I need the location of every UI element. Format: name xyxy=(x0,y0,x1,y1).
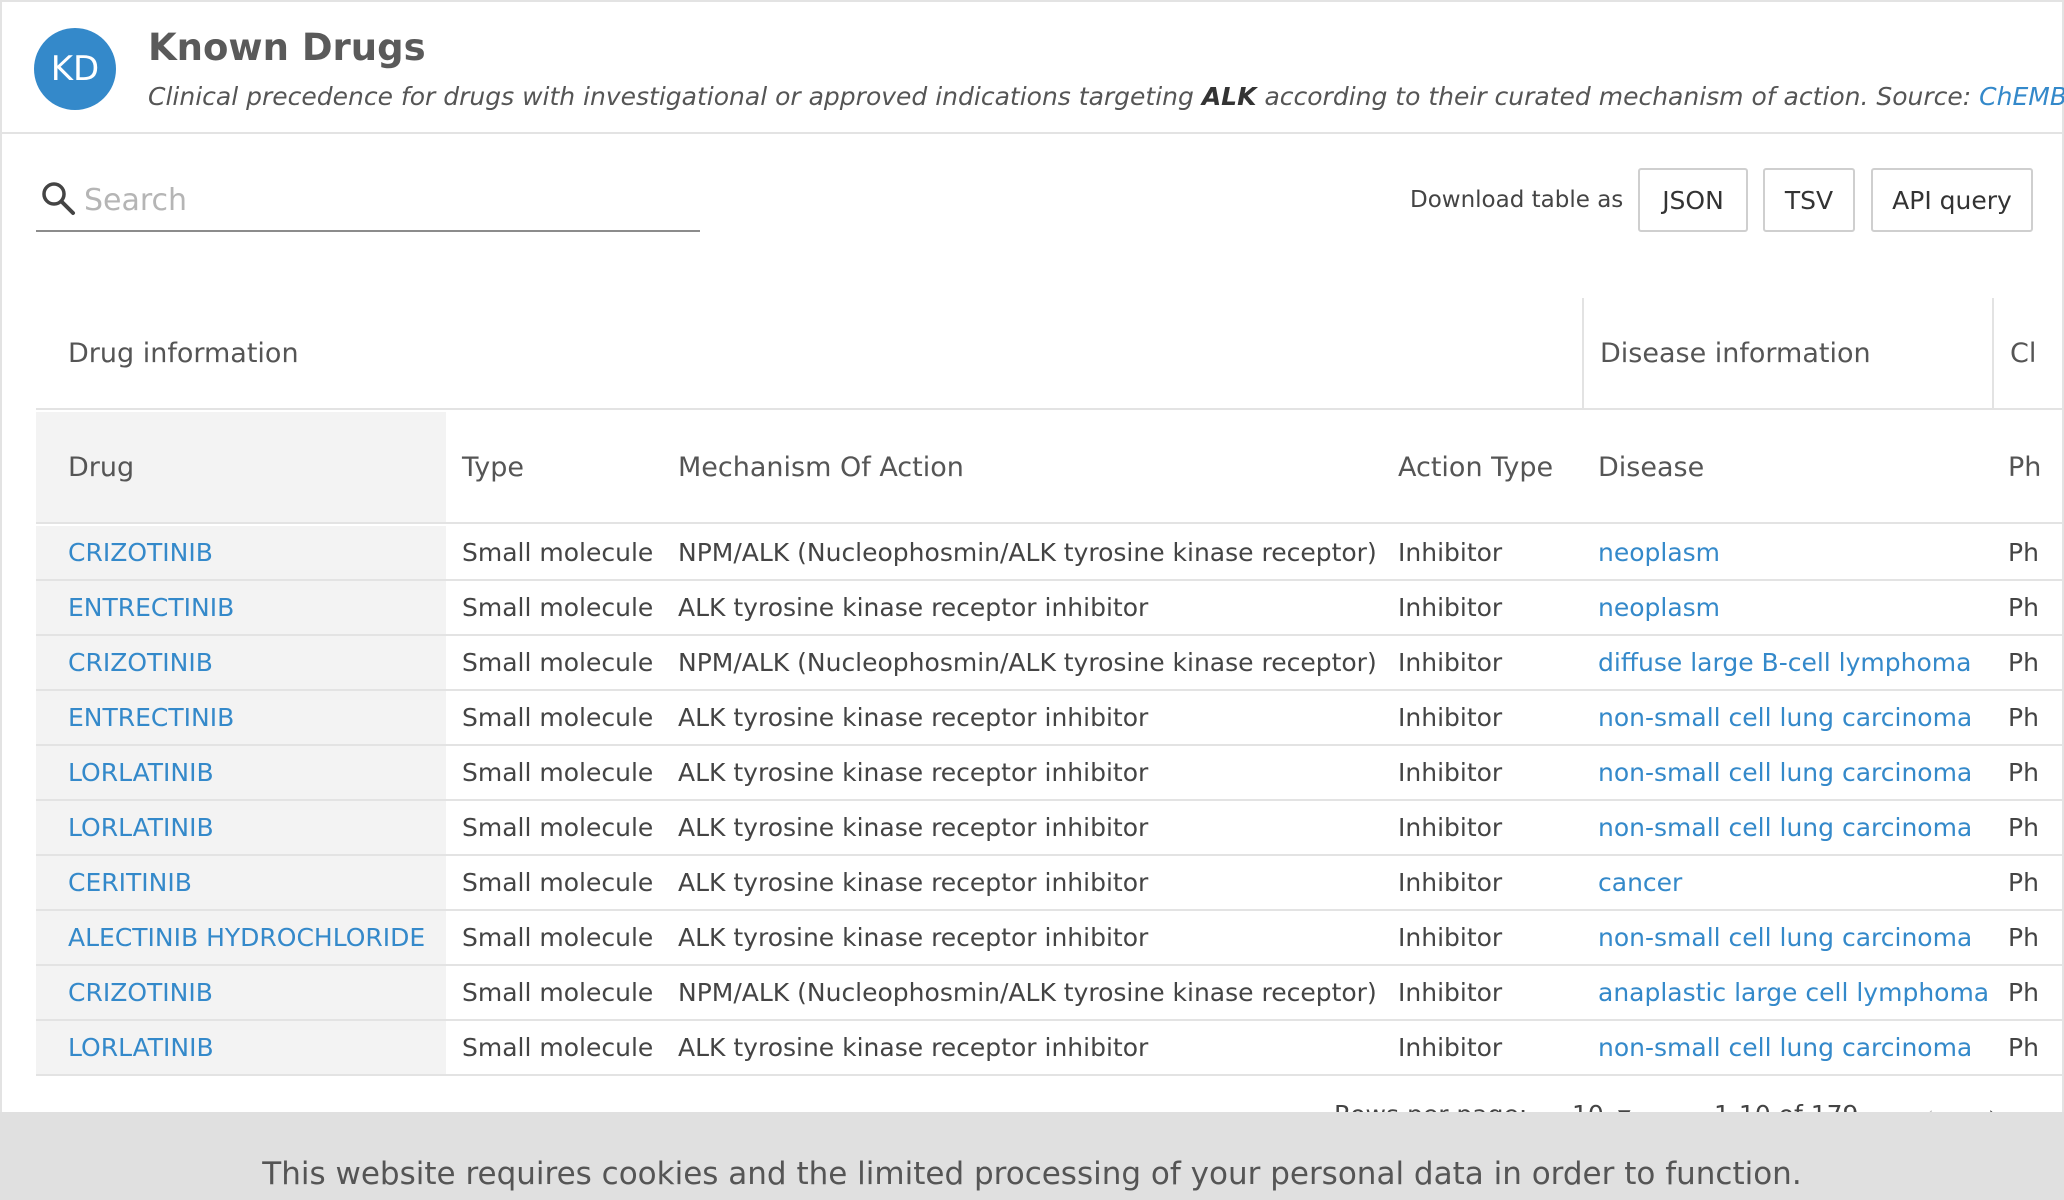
table-row: CERITINIB Small molecule ALK tyrosine kina… xyxy=(36,856,2062,911)
table-row: CRIZOTINIB Small molecule NPM/ALK (Nucleop… xyxy=(36,526,2062,581)
widget-avatar: KD xyxy=(34,28,116,110)
mechanism-of-action-cell: NPM/ALK (Nucleophosmin/ALK tyrosine kina… xyxy=(678,538,1377,567)
column-header-disease[interactable]: Disease xyxy=(1592,412,2012,524)
widget-header: KD Known Drugs Clinical precedence for d… xyxy=(2,2,2064,134)
action-type-cell: Inhibitor xyxy=(1398,868,1503,897)
mechanism-of-action-cell: ALK tyrosine kinase receptor inhibitor xyxy=(678,593,1149,622)
disease-cell[interactable]: diffuse large B-cell lymphoma xyxy=(1592,636,2012,689)
action-type-cell: Inhibitor xyxy=(1398,648,1503,677)
action-type-cell: Inhibitor xyxy=(1398,813,1503,842)
phase-cell: Ph xyxy=(2008,593,2039,622)
action-type-cell: Inhibitor xyxy=(1398,923,1503,952)
action-type-cell: Inhibitor xyxy=(1398,593,1503,622)
table-row: CRIZOTINIB Small molecule NPM/ALK (Nucleop… xyxy=(36,966,2062,1021)
phase-cell: Ph xyxy=(2008,978,2039,1007)
action-type-cell: Inhibitor xyxy=(1398,758,1503,787)
disease-cell[interactable]: cancer xyxy=(1592,856,2012,909)
type-cell: Small molecule xyxy=(462,923,654,952)
table-row: ENTRECTINIB Small molecule ALK tyrosine ki… xyxy=(36,581,2062,636)
group-header-disease-information: Disease information xyxy=(1582,298,1992,410)
mechanism-of-action-cell: ALK tyrosine kinase receptor inhibitor xyxy=(678,923,1149,952)
disease-cell[interactable]: non-small cell lung carcinoma xyxy=(1592,1021,2012,1074)
table-row: LORLATINIB Small molecule ALK tyrosine kin… xyxy=(36,746,2062,801)
group-header-clinical: Cl xyxy=(1992,298,2062,410)
phase-cell: Ph xyxy=(2008,868,2039,897)
table-row: LORLATINIB Small molecule ALK tyrosine kin… xyxy=(36,1021,2062,1076)
phase-cell: Ph xyxy=(2008,703,2039,732)
action-type-cell: Inhibitor xyxy=(1398,1033,1503,1062)
search-input[interactable] xyxy=(84,178,684,222)
download-label: Download table as xyxy=(1410,187,1624,213)
table-row: LORLATINIB Small molecule ALK tyrosine kin… xyxy=(36,801,2062,856)
api-query-button[interactable]: API query xyxy=(1871,168,2033,232)
column-header-phase[interactable]: Ph xyxy=(2002,412,2062,524)
mechanism-of-action-cell: NPM/ALK (Nucleophosmin/ALK tyrosine kina… xyxy=(678,648,1377,677)
phase-cell: Ph xyxy=(2008,1033,2039,1062)
table-row: ENTRECTINIB Small molecule ALK tyrosine ki… xyxy=(36,691,2062,746)
disease-cell[interactable]: neoplasm xyxy=(1592,526,2012,579)
table-row: CRIZOTINIB Small molecule NPM/ALK (Nucleop… xyxy=(36,636,2062,691)
widget-subtitle: Clinical precedence for drugs with inves… xyxy=(148,82,2064,111)
type-cell: Small molecule xyxy=(462,1033,654,1062)
target-symbol: ALK xyxy=(1201,82,1257,111)
type-cell: Small molecule xyxy=(462,978,654,1007)
widget-title: Known Drugs xyxy=(148,26,426,69)
mechanism-of-action-cell: ALK tyrosine kinase receptor inhibitor xyxy=(678,868,1149,897)
chembl-source-link[interactable]: ChEMBL xyxy=(1979,82,2064,111)
phase-cell: Ph xyxy=(2008,923,2039,952)
drug-cell[interactable]: LORLATINIB xyxy=(36,746,446,799)
mechanism-of-action-cell: ALK tyrosine kinase receptor inhibitor xyxy=(678,813,1149,842)
mechanism-of-action-cell: ALK tyrosine kinase receptor inhibitor xyxy=(678,758,1149,787)
mechanism-of-action-cell: ALK tyrosine kinase receptor inhibitor xyxy=(678,703,1149,732)
phase-cell: Ph xyxy=(2008,648,2039,677)
drug-cell[interactable]: CRIZOTINIB xyxy=(36,636,446,689)
cookie-banner: This website requires cookies and the li… xyxy=(0,1112,2064,1200)
type-cell: Small molecule xyxy=(462,648,654,677)
type-cell: Small molecule xyxy=(462,813,654,842)
known-drugs-widget: KD Known Drugs Clinical precedence for d… xyxy=(0,0,2064,1200)
action-type-cell: Inhibitor xyxy=(1398,538,1503,567)
type-cell: Small molecule xyxy=(462,538,654,567)
disease-cell[interactable]: non-small cell lung carcinoma xyxy=(1592,691,2012,744)
type-cell: Small molecule xyxy=(462,758,654,787)
search-icon xyxy=(42,182,75,215)
phase-cell: Ph xyxy=(2008,758,2039,787)
type-cell: Small molecule xyxy=(462,593,654,622)
disease-cell[interactable]: neoplasm xyxy=(1592,581,2012,634)
type-cell: Small molecule xyxy=(462,703,654,732)
search-box xyxy=(36,174,700,232)
drug-cell[interactable]: CRIZOTINIB xyxy=(36,966,446,1019)
drug-cell[interactable]: CRIZOTINIB xyxy=(36,526,446,579)
cookie-banner-text: This website requires cookies and the li… xyxy=(262,1156,1802,1192)
column-header-drug[interactable]: Drug xyxy=(36,412,446,524)
drug-cell[interactable]: ENTRECTINIB xyxy=(36,581,446,634)
download-tsv-button[interactable]: TSV xyxy=(1763,168,1855,232)
type-cell: Small molecule xyxy=(462,868,654,897)
disease-cell[interactable]: non-small cell lung carcinoma xyxy=(1592,801,2012,854)
mechanism-of-action-cell: ALK tyrosine kinase receptor inhibitor xyxy=(678,1033,1149,1062)
drug-cell[interactable]: ALECTINIB HYDROCHLORIDE xyxy=(36,911,446,964)
drug-cell[interactable]: CERITINIB xyxy=(36,856,446,909)
column-header-type[interactable]: Type xyxy=(446,412,662,524)
drug-cell[interactable]: ENTRECTINIB xyxy=(36,691,446,744)
phase-cell: Ph xyxy=(2008,538,2039,567)
disease-cell[interactable]: anaplastic large cell lymphoma xyxy=(1592,966,2012,1019)
drug-cell[interactable]: LORLATINIB xyxy=(36,1021,446,1074)
known-drugs-table: Drug information Disease information Cl … xyxy=(36,298,2062,1080)
drug-cell[interactable]: LORLATINIB xyxy=(36,801,446,854)
download-json-button[interactable]: JSON xyxy=(1638,168,1748,232)
disease-cell[interactable]: non-small cell lung carcinoma xyxy=(1592,911,2012,964)
disease-cell[interactable]: non-small cell lung carcinoma xyxy=(1592,746,2012,799)
column-header-action-type[interactable]: Action Type xyxy=(1382,412,1592,524)
group-header-drug-information: Drug information xyxy=(36,298,1582,410)
phase-cell: Ph xyxy=(2008,813,2039,842)
table-row: ALECTINIB HYDROCHLORIDE Small molecule ALK… xyxy=(36,911,2062,966)
action-type-cell: Inhibitor xyxy=(1398,978,1503,1007)
mechanism-of-action-cell: NPM/ALK (Nucleophosmin/ALK tyrosine kina… xyxy=(678,978,1377,1007)
column-header-mechanism-of-action[interactable]: Mechanism Of Action xyxy=(662,412,1382,524)
action-type-cell: Inhibitor xyxy=(1398,703,1503,732)
